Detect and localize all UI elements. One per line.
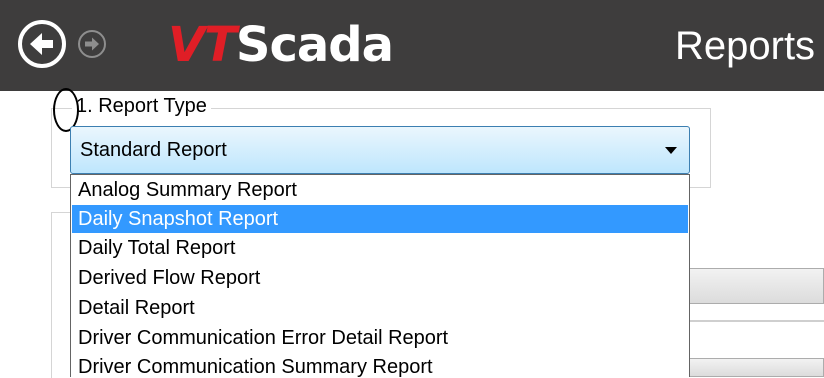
- report-type-select[interactable]: Standard Report: [70, 126, 690, 174]
- background-divider: [688, 320, 824, 322]
- report-type-selected-value: Standard Report: [80, 139, 227, 161]
- arrow-right-circle-icon: [85, 37, 99, 51]
- report-type-dropdown-list[interactable]: Analog Summary Report Daily Snapshot Rep…: [70, 174, 690, 377]
- dropdown-option[interactable]: Analog Summary Report: [72, 176, 688, 204]
- dropdown-option[interactable]: Derived Flow Report: [72, 264, 688, 292]
- dropdown-option[interactable]: Daily Total Report: [72, 234, 688, 262]
- dropdown-option-highlighted[interactable]: Daily Snapshot Report: [72, 205, 688, 233]
- forward-button[interactable]: [78, 30, 106, 58]
- back-button[interactable]: [18, 20, 66, 68]
- logo-scada: Scada: [235, 17, 394, 73]
- report-type-label: 1. Report Type: [72, 93, 211, 119]
- vtscada-logo: VT Scada: [168, 16, 394, 74]
- dropdown-option[interactable]: Driver Communication Summary Report: [72, 353, 688, 377]
- dropdown-option[interactable]: Detail Report: [72, 294, 688, 322]
- arrow-left-circle-icon: [30, 33, 53, 55]
- page-title: Reports: [675, 24, 816, 68]
- background-button[interactable]: [688, 268, 824, 304]
- dropdown-option[interactable]: Driver Communication Error Detail Report: [72, 324, 688, 352]
- logo-vt: VT: [168, 17, 237, 73]
- background-button[interactable]: [688, 358, 824, 377]
- app-header: VT Scada Reports: [0, 0, 824, 91]
- chevron-down-icon[interactable]: [665, 147, 677, 154]
